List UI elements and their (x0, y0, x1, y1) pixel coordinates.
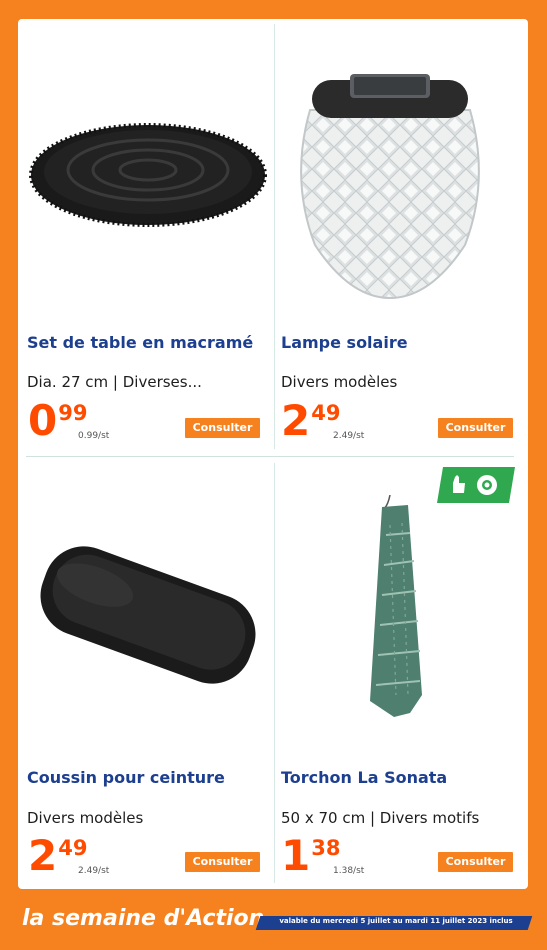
product-title: Coussin pour ceinture (27, 768, 225, 787)
price-integer: 0 (28, 396, 57, 445)
price-integer: 1 (281, 831, 310, 880)
product-title: Lampe solaire (281, 333, 408, 352)
consulter-button[interactable]: Consulter (438, 418, 513, 438)
tea-towel-image (370, 495, 422, 717)
product-description: Divers modèles (27, 809, 144, 827)
unit-price: 2.49/st (333, 431, 365, 441)
column-divider-bottom (274, 463, 275, 883)
price-decimal: 49 (311, 401, 341, 425)
price-decimal: 49 (58, 836, 88, 860)
product-description: Divers modèles (281, 373, 398, 391)
price-integer: 2 (28, 831, 57, 880)
consulter-button[interactable]: Consulter (438, 852, 513, 872)
price-decimal: 99 (58, 401, 88, 425)
unit-price: 0.99/st (78, 431, 110, 441)
eco-label-icon (437, 467, 515, 503)
consulter-button[interactable]: Consulter (185, 852, 260, 872)
solar-lamp-image (300, 74, 480, 300)
unit-price: 2.49/st (78, 866, 110, 876)
unit-price: 1.38/st (333, 866, 365, 876)
product-description: Dia. 27 cm | Diverses... (27, 373, 202, 391)
brand-tagline: la semaine d'Action (22, 906, 265, 931)
placemat-image (29, 123, 267, 227)
product-title: Set de table en macramé (27, 333, 254, 352)
row-divider (26, 456, 514, 457)
price: 2 49 (281, 400, 340, 442)
validity-text: valable du mercredi 5 juillet au mardi 1… (279, 917, 513, 925)
product-description: 50 x 70 cm | Divers motifs (281, 809, 480, 827)
product-title: Torchon La Sonata (281, 768, 448, 787)
price-integer: 2 (281, 396, 310, 445)
cushion-image (40, 546, 256, 684)
price-decimal: 38 (311, 836, 341, 860)
consulter-button[interactable]: Consulter (185, 418, 260, 438)
column-divider-top (274, 24, 275, 449)
price: 1 38 (281, 835, 340, 877)
